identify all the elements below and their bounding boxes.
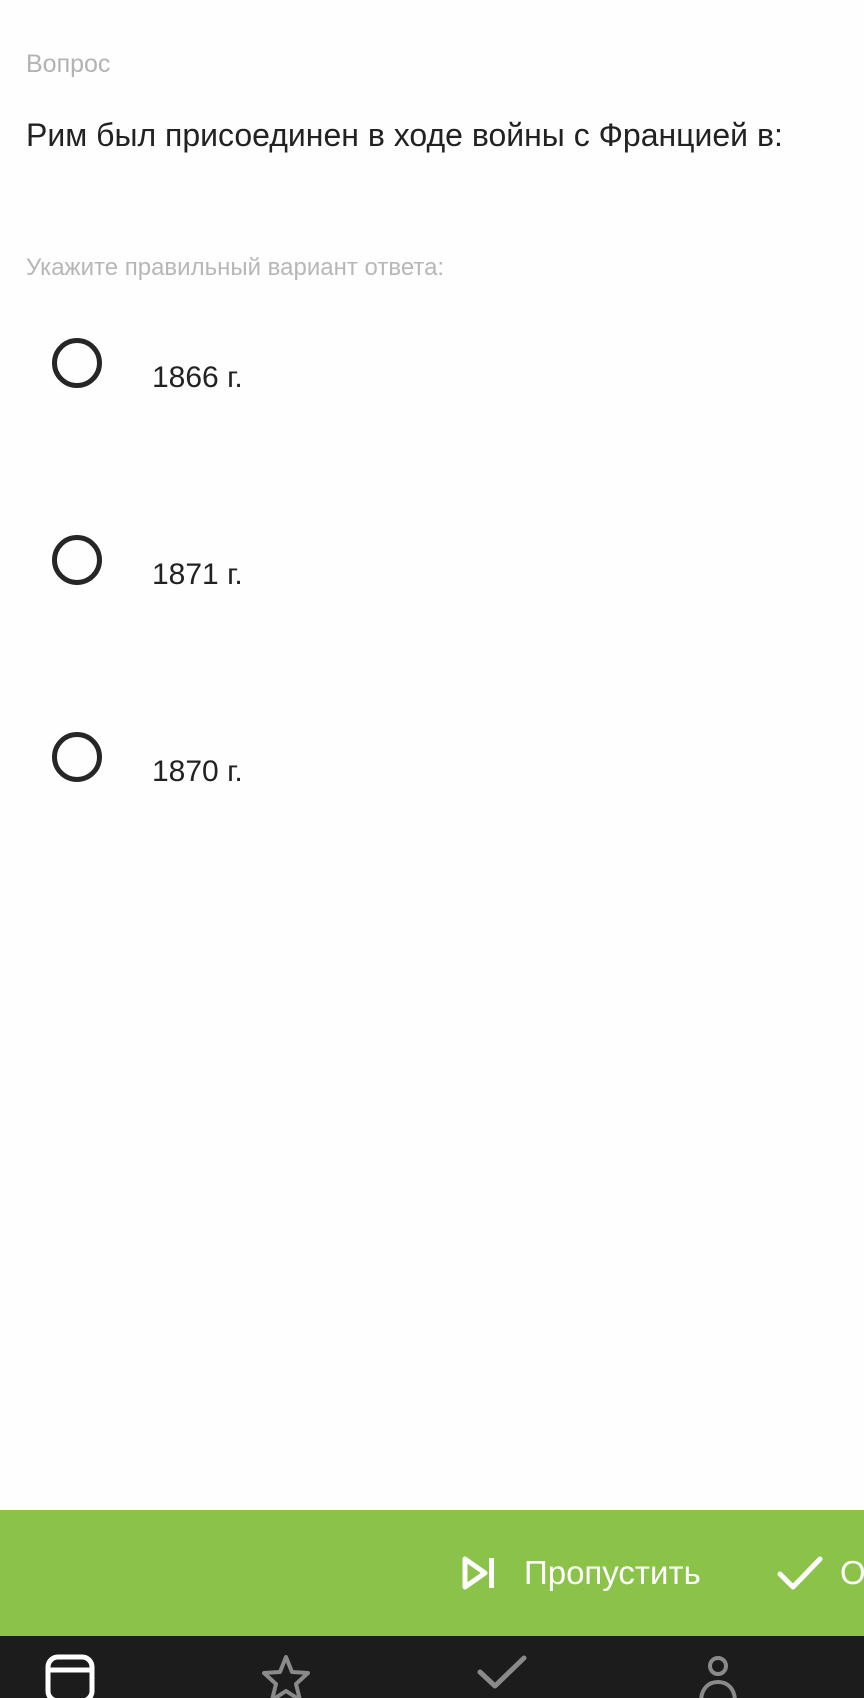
profile-icon [699,1656,737,1698]
skip-button-label: Пропустить [524,1554,701,1591]
nav-item-calendar[interactable] [20,1636,120,1698]
quiz-screen: Вопрос Рим был присоединен в ходе войны … [0,0,864,1698]
skip-next-icon [462,1556,494,1590]
answer-option-label: 1866 г. [152,361,243,394]
calendar-icon [45,1654,95,1698]
nav-item-done[interactable] [452,1636,552,1698]
bottom-navigation [0,1636,864,1698]
confirm-button[interactable]: О [776,1510,864,1636]
answer-option-1[interactable]: 1866 г. [0,320,864,440]
answer-option-label: 1870 г. [152,755,243,788]
nav-item-favorites[interactable] [236,1636,336,1698]
radio-button-icon[interactable] [52,732,102,782]
radio-button-icon[interactable] [52,535,102,585]
question-label: Вопрос [26,50,111,78]
answer-instruction: Укажите правильный вариант ответа: [26,254,445,281]
nav-item-profile[interactable] [668,1636,768,1698]
star-icon [262,1655,310,1698]
action-bar: Пропустить О [0,1510,864,1636]
answer-option-2[interactable]: 1871 г. [0,517,864,637]
question-text: Рим был присоединен в ходе войны с Франц… [26,117,783,153]
skip-button[interactable]: Пропустить [460,1510,701,1636]
check-icon [777,1556,823,1590]
answer-option-label: 1871 г. [152,558,243,591]
answer-option-3[interactable]: 1870 г. [0,714,864,834]
radio-button-icon[interactable] [52,338,102,388]
confirm-button-label: О [840,1554,864,1591]
check-icon [477,1655,527,1689]
